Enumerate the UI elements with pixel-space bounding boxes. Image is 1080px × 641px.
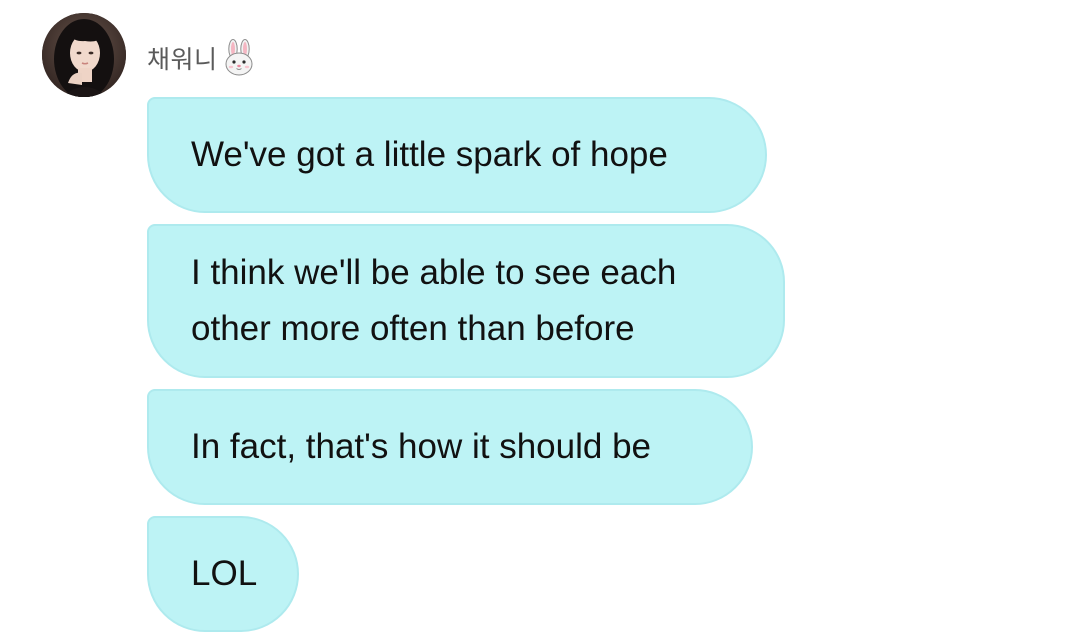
message-bubble[interactable]: We've got a little spark of hope — [147, 97, 767, 213]
rabbit-face-icon — [220, 39, 258, 77]
message-text: I think we'll be able to see each other … — [191, 253, 677, 348]
sender-name: 채워니 — [147, 45, 218, 74]
message-text: In fact, that's how it should be — [191, 427, 652, 466]
message-text: LOL — [191, 554, 258, 593]
sender-header: 채워니 — [147, 38, 258, 78]
message-bubble[interactable]: I think we'll be able to see each other … — [147, 224, 785, 378]
message-bubble[interactable]: LOL — [147, 516, 299, 632]
chat-thread: 채워니 We've got a little spark of hope I t… — [0, 0, 1080, 641]
message-text: We've got a little spark of hope — [191, 135, 668, 174]
avatar-photo — [42, 13, 126, 97]
message-bubble[interactable]: In fact, that's how it should be — [147, 389, 753, 505]
avatar[interactable] — [42, 13, 126, 97]
